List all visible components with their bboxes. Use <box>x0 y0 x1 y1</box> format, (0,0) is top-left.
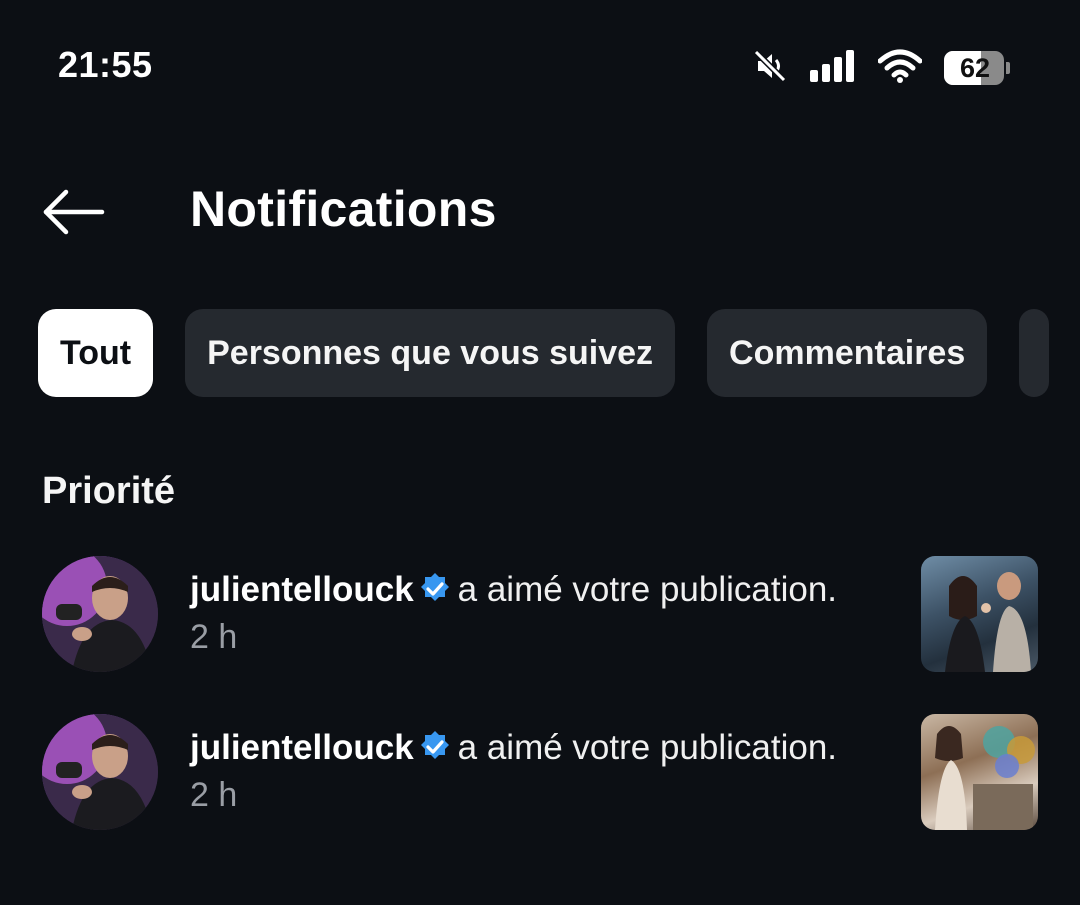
notification-action: a aimé votre publication. <box>457 728 838 767</box>
signal-icon <box>810 49 856 87</box>
notification-text: julientellouck a aimé votre publication. <box>190 726 890 770</box>
verified-badge-icon <box>418 572 452 606</box>
username[interactable]: julientellouck <box>190 570 414 609</box>
status-bar: 21:55 62 <box>0 0 1080 130</box>
back-button[interactable] <box>38 184 110 240</box>
filter-chip-following[interactable]: Personnes que vous suivez <box>185 309 676 397</box>
page-title: Notifications <box>190 181 497 237</box>
notification-item[interactable]: julientellouck a aimé votre publication. … <box>0 556 1080 676</box>
username[interactable]: julientellouck <box>190 728 414 767</box>
battery-level: 62 <box>959 53 991 83</box>
notification-time: 2 h <box>190 776 238 814</box>
notification-item[interactable]: julientellouck a aimé votre publication. … <box>0 714 1080 834</box>
verified-badge-icon <box>418 730 452 764</box>
post-thumbnail[interactable] <box>921 556 1038 672</box>
section-title: Priorité <box>42 470 176 512</box>
filter-chip-comments[interactable]: Commentaires <box>707 309 988 397</box>
notification-time: 2 h <box>190 618 238 656</box>
filter-chip-tout[interactable]: Tout <box>38 309 154 397</box>
status-icons: 62 <box>752 46 1010 90</box>
notification-action: a aimé votre publication. <box>457 570 838 609</box>
wifi-icon <box>877 49 923 88</box>
filter-chips: Tout Personnes que vous suivez Commentai… <box>38 309 1080 399</box>
avatar[interactable] <box>42 714 158 830</box>
filter-chip-more[interactable] <box>1019 309 1050 397</box>
arrow-left-icon <box>38 189 110 244</box>
battery-icon: 62 <box>944 51 1010 85</box>
post-thumbnail[interactable] <box>921 714 1038 830</box>
mute-icon <box>752 48 788 89</box>
status-time: 21:55 <box>58 44 153 85</box>
header: Notifications <box>0 170 1080 254</box>
notification-text: julientellouck a aimé votre publication. <box>190 568 890 612</box>
avatar[interactable] <box>42 556 158 672</box>
